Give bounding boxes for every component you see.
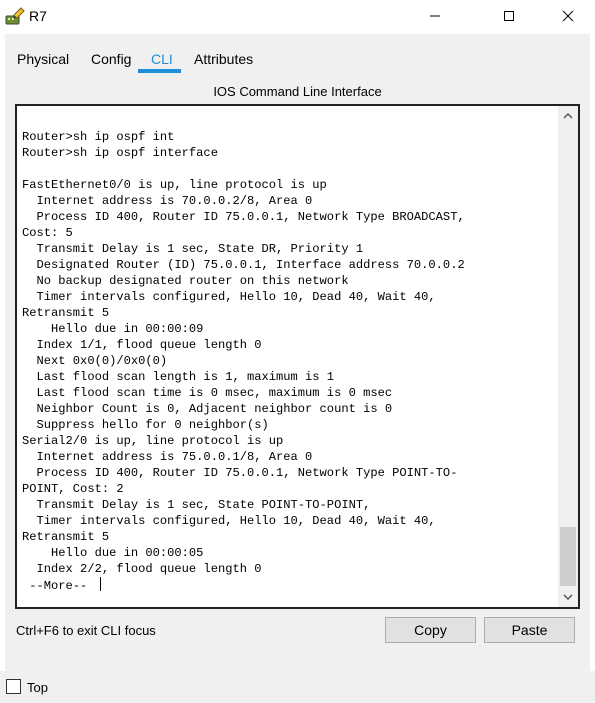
top-label: Top	[27, 680, 48, 695]
cli-focus-hint: Ctrl+F6 to exit CLI focus	[16, 623, 156, 638]
terminal-line: Retransmit 5	[22, 530, 110, 544]
copy-button[interactable]: Copy	[385, 617, 476, 643]
active-tab-indicator	[138, 69, 181, 73]
terminal-line: No backup designated router on this netw…	[22, 274, 349, 288]
device-panel: Physical Config CLI Attributes IOS Comma…	[5, 34, 590, 671]
maximize-icon[interactable]	[486, 0, 532, 32]
minimize-icon[interactable]	[412, 0, 458, 32]
terminal-line: Last flood scan time is 0 msec, maximum …	[22, 386, 393, 400]
terminal-line: Timer intervals configured, Hello 10, De…	[22, 290, 436, 304]
scrollbar-thumb[interactable]	[560, 527, 576, 586]
terminal-output[interactable]: Router>sh ip ospf int Router>sh ip ospf …	[22, 113, 552, 608]
terminal-line: FastEthernet0/0 is up, line protocol is …	[22, 178, 327, 192]
panel-title: IOS Command Line Interface	[213, 84, 382, 99]
terminal-line: POINT, Cost: 2	[22, 482, 124, 496]
terminal-line: Transmit Delay is 1 sec, State DR, Prior…	[22, 242, 364, 256]
more-prompt: --More--	[22, 579, 95, 593]
cli-terminal[interactable]: Router>sh ip ospf int Router>sh ip ospf …	[15, 104, 580, 609]
terminal-line: Designated Router (ID) 75.0.0.1, Interfa…	[22, 258, 465, 272]
terminal-line: Process ID 400, Router ID 75.0.0.1, Netw…	[22, 466, 458, 480]
top-checkbox[interactable]	[6, 679, 21, 694]
paste-button[interactable]: Paste	[484, 617, 575, 643]
terminal-line: Serial2/0 is up, line protocol is up	[22, 434, 284, 448]
text-cursor	[99, 577, 101, 591]
terminal-line: Cost: 5	[22, 226, 73, 240]
bottom-bar: Top	[0, 671, 595, 703]
window-title: R7	[29, 8, 47, 24]
terminal-line: Retransmit 5	[22, 306, 110, 320]
terminal-line: Timer intervals configured, Hello 10, De…	[22, 514, 436, 528]
vertical-scrollbar[interactable]	[558, 106, 578, 607]
router-pencil-icon	[5, 7, 25, 27]
terminal-line: Hello due in 00:00:09	[22, 322, 204, 336]
tab-cli[interactable]: CLI	[151, 51, 173, 67]
tab-bar: Physical Config CLI Attributes	[5, 34, 590, 74]
terminal-line: Process ID 400, Router ID 75.0.0.1, Netw…	[22, 210, 465, 224]
terminal-line: Neighbor Count is 0, Adjacent neighbor c…	[22, 402, 393, 416]
scroll-down-icon[interactable]	[558, 587, 578, 607]
tab-attributes[interactable]: Attributes	[194, 51, 253, 67]
close-icon[interactable]	[545, 0, 591, 32]
terminal-line: Internet address is 75.0.0.1/8, Area 0	[22, 450, 313, 464]
terminal-lines: Router>sh ip ospf int Router>sh ip ospf …	[22, 130, 465, 576]
terminal-line: Next 0x0(0)/0x0(0)	[22, 354, 168, 368]
terminal-line: Suppress hello for 0 neighbor(s)	[22, 418, 269, 432]
terminal-line: Index 1/1, flood queue length 0	[22, 338, 262, 352]
terminal-line: Transmit Delay is 1 sec, State POINT-TO-…	[22, 498, 371, 512]
scroll-up-icon[interactable]	[558, 106, 578, 126]
tab-config[interactable]: Config	[91, 51, 131, 67]
terminal-line: Router>sh ip ospf int	[22, 130, 175, 144]
terminal-line: Internet address is 70.0.0.2/8, Area 0	[22, 194, 313, 208]
tab-physical[interactable]: Physical	[17, 51, 69, 67]
terminal-line: Last flood scan length is 1, maximum is …	[22, 370, 335, 384]
title-bar: R7	[0, 0, 595, 34]
terminal-line: Index 2/2, flood queue length 0	[22, 562, 262, 576]
terminal-line: Router>sh ip ospf interface	[22, 146, 218, 160]
terminal-line: Hello due in 00:00:05	[22, 546, 204, 560]
